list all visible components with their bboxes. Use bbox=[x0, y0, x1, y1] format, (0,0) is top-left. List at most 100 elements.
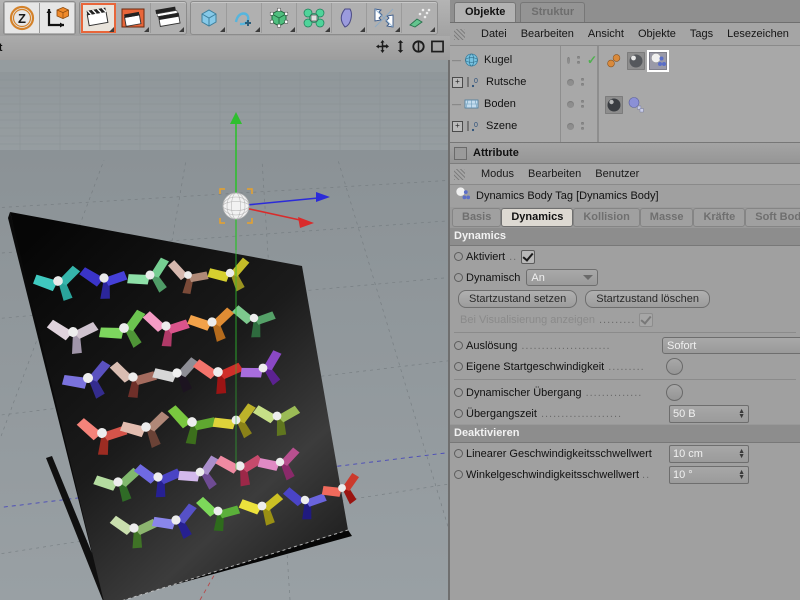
linearer-schwellwert-input[interactable]: 10 cm ▲▼ bbox=[669, 445, 749, 463]
maximize-view-icon[interactable] bbox=[431, 40, 444, 56]
editor-render-dots-icon[interactable] bbox=[581, 78, 584, 86]
pan-view-icon[interactable] bbox=[376, 40, 389, 56]
parameter-bullet-icon[interactable] bbox=[454, 273, 463, 282]
stepper-icon[interactable]: ▲▼ bbox=[738, 470, 745, 480]
parameter-bullet-icon[interactable] bbox=[454, 388, 463, 397]
tab-struktur[interactable]: Struktur bbox=[520, 2, 585, 22]
material-sphere-tag-icon[interactable] bbox=[627, 52, 645, 70]
visibility-dot-icon[interactable] bbox=[567, 123, 574, 130]
material-orange-tag-icon[interactable] bbox=[605, 52, 623, 70]
aktiviert-checkbox[interactable] bbox=[521, 250, 535, 264]
row-dynamisch[interactable]: Dynamisch An bbox=[450, 267, 800, 288]
attribute-panel-title: Attribute bbox=[450, 142, 800, 164]
expand-rutsche-icon[interactable]: + bbox=[452, 77, 463, 88]
stepper-icon[interactable]: ▲▼ bbox=[738, 449, 745, 459]
dynamics-body-tag-icon[interactable] bbox=[649, 52, 667, 70]
object-row-szene[interactable]: + 0 Szene bbox=[450, 115, 560, 137]
row-winkel-schwellwert[interactable]: Winkelgeschwindigkeitsschwellwert .. 10 … bbox=[450, 464, 800, 485]
tab-basis[interactable]: Basis bbox=[452, 208, 501, 227]
collider-body-tag-icon[interactable] bbox=[627, 96, 645, 114]
visibility-dot-icon[interactable] bbox=[567, 57, 570, 64]
visibility-row[interactable] bbox=[561, 93, 597, 115]
cube-primitive-icon[interactable] bbox=[192, 3, 227, 33]
stepper-icon[interactable]: ▲▼ bbox=[738, 409, 745, 419]
visibility-row[interactable]: ✓ bbox=[561, 49, 597, 71]
nurbs-generator-icon[interactable] bbox=[262, 3, 297, 33]
parameter-bullet-icon[interactable] bbox=[454, 449, 463, 458]
rotate-view-icon[interactable] bbox=[412, 40, 425, 56]
visibility-dot-icon[interactable] bbox=[567, 79, 574, 86]
startzustand-loeschen-button[interactable]: Startzustand löschen bbox=[585, 290, 710, 308]
tab-soft-body[interactable]: Soft Bod bbox=[745, 208, 800, 227]
visibility-dot-icon[interactable] bbox=[567, 101, 574, 108]
editor-render-dots-icon[interactable] bbox=[577, 56, 580, 64]
menu-objekte[interactable]: Objekte bbox=[638, 28, 676, 40]
array-modeling-icon[interactable] bbox=[297, 3, 332, 33]
tab-dynamics[interactable]: Dynamics bbox=[501, 208, 573, 227]
parameter-bullet-icon[interactable] bbox=[454, 362, 463, 371]
dynamisch-dropdown[interactable]: An bbox=[526, 269, 598, 286]
visibility-row[interactable] bbox=[561, 115, 597, 137]
tab-masse[interactable]: Masse bbox=[640, 208, 694, 227]
null-object-icon: 0 bbox=[466, 119, 482, 133]
dot-leader: .............. bbox=[586, 387, 643, 399]
dolly-view-icon[interactable] bbox=[395, 40, 406, 56]
object-row-boden[interactable]: — Boden bbox=[450, 93, 560, 115]
menu-bearbeiten[interactable]: Bearbeiten bbox=[521, 28, 574, 40]
panel-grip-icon[interactable] bbox=[454, 169, 465, 180]
panel-collapse-icon[interactable] bbox=[454, 147, 467, 160]
tab-kraefte[interactable]: Kräfte bbox=[693, 208, 745, 227]
ausloesung-dropdown[interactable]: Sofort bbox=[662, 337, 800, 354]
object-manager-tabs: Objekte Struktur bbox=[450, 0, 800, 23]
row-ausloesung[interactable]: Auslösung ...................... Sofort bbox=[450, 335, 800, 356]
expand-szene-icon[interactable]: + bbox=[452, 121, 463, 132]
menu-lesezeichen[interactable]: Lesezeichen bbox=[727, 28, 789, 40]
deformer-bend-icon[interactable] bbox=[332, 3, 367, 33]
tab-objekte[interactable]: Objekte bbox=[454, 2, 516, 22]
object-row-rutsche[interactable]: + 0 Rutsche bbox=[450, 71, 560, 93]
editor-render-dots-icon[interactable] bbox=[581, 122, 584, 130]
panel-grip-icon[interactable] bbox=[454, 29, 465, 40]
editor-render-dots-icon[interactable] bbox=[581, 100, 584, 108]
menu-ansicht[interactable]: Ansicht bbox=[588, 28, 624, 40]
winkel-schwellwert-input[interactable]: 10 ° ▲▼ bbox=[669, 466, 749, 484]
tree-line: — bbox=[452, 99, 461, 109]
menu-modus[interactable]: Modus bbox=[481, 168, 514, 180]
parameter-bullet-icon[interactable] bbox=[454, 341, 463, 350]
row-dynamischer-uebergang[interactable]: Dynamischer Übergang .............. bbox=[450, 382, 800, 403]
menu-bearbeiten[interactable]: Bearbeiten bbox=[528, 168, 581, 180]
spline-pen-icon[interactable] bbox=[227, 3, 262, 33]
particle-emitter-icon[interactable] bbox=[402, 3, 436, 33]
parameter-bullet-icon[interactable] bbox=[454, 252, 463, 261]
cinema4d-logo-icon[interactable]: Z bbox=[5, 3, 40, 33]
row-eigene-startgeschwindigkeit[interactable]: Eigene Startgeschwindigkeit ......... bbox=[450, 356, 800, 377]
axis-object-icon[interactable] bbox=[40, 3, 74, 33]
object-row-kugel[interactable]: — Kugel bbox=[450, 49, 560, 71]
row-linearer-schwellwert[interactable]: Linearer Geschwindigkeitsschwellwert 10 … bbox=[450, 443, 800, 464]
tab-kollision[interactable]: Kollision bbox=[573, 208, 639, 227]
row-label: Aktiviert bbox=[466, 251, 505, 263]
render-region-icon[interactable] bbox=[116, 3, 151, 33]
render-settings-icon[interactable] bbox=[151, 3, 185, 33]
input-value: 10 ° bbox=[673, 469, 693, 481]
render-view-icon[interactable] bbox=[81, 3, 116, 33]
toolbar-group-render bbox=[79, 1, 187, 35]
visibility-row[interactable] bbox=[561, 71, 597, 93]
startzustand-setzen-button[interactable]: Startzustand setzen bbox=[458, 290, 577, 308]
row-uebergangszeit[interactable]: Übergangszeit .................... 50 B … bbox=[450, 403, 800, 424]
3d-viewport[interactable] bbox=[0, 60, 450, 600]
eigene-startgeschwindigkeit-toggle[interactable] bbox=[666, 358, 683, 375]
corner-flyout-marker bbox=[430, 27, 435, 32]
menu-benutzer[interactable]: Benutzer bbox=[595, 168, 639, 180]
menu-datei[interactable]: Datei bbox=[481, 28, 507, 40]
row-aktiviert[interactable]: Aktiviert .. bbox=[450, 246, 800, 267]
parameter-bullet-icon[interactable] bbox=[454, 409, 463, 418]
menu-tags[interactable]: Tags bbox=[690, 28, 713, 40]
dynamischer-uebergang-toggle[interactable] bbox=[666, 384, 683, 401]
uebergangszeit-input[interactable]: 50 B ▲▼ bbox=[669, 405, 749, 423]
material-dark-tag-icon[interactable] bbox=[605, 96, 623, 114]
scene-camera-icon[interactable] bbox=[367, 3, 402, 33]
object-tree[interactable]: — Kugel + 0 bbox=[450, 46, 800, 142]
corner-flyout-marker bbox=[144, 27, 149, 32]
parameter-bullet-icon[interactable] bbox=[454, 470, 463, 479]
